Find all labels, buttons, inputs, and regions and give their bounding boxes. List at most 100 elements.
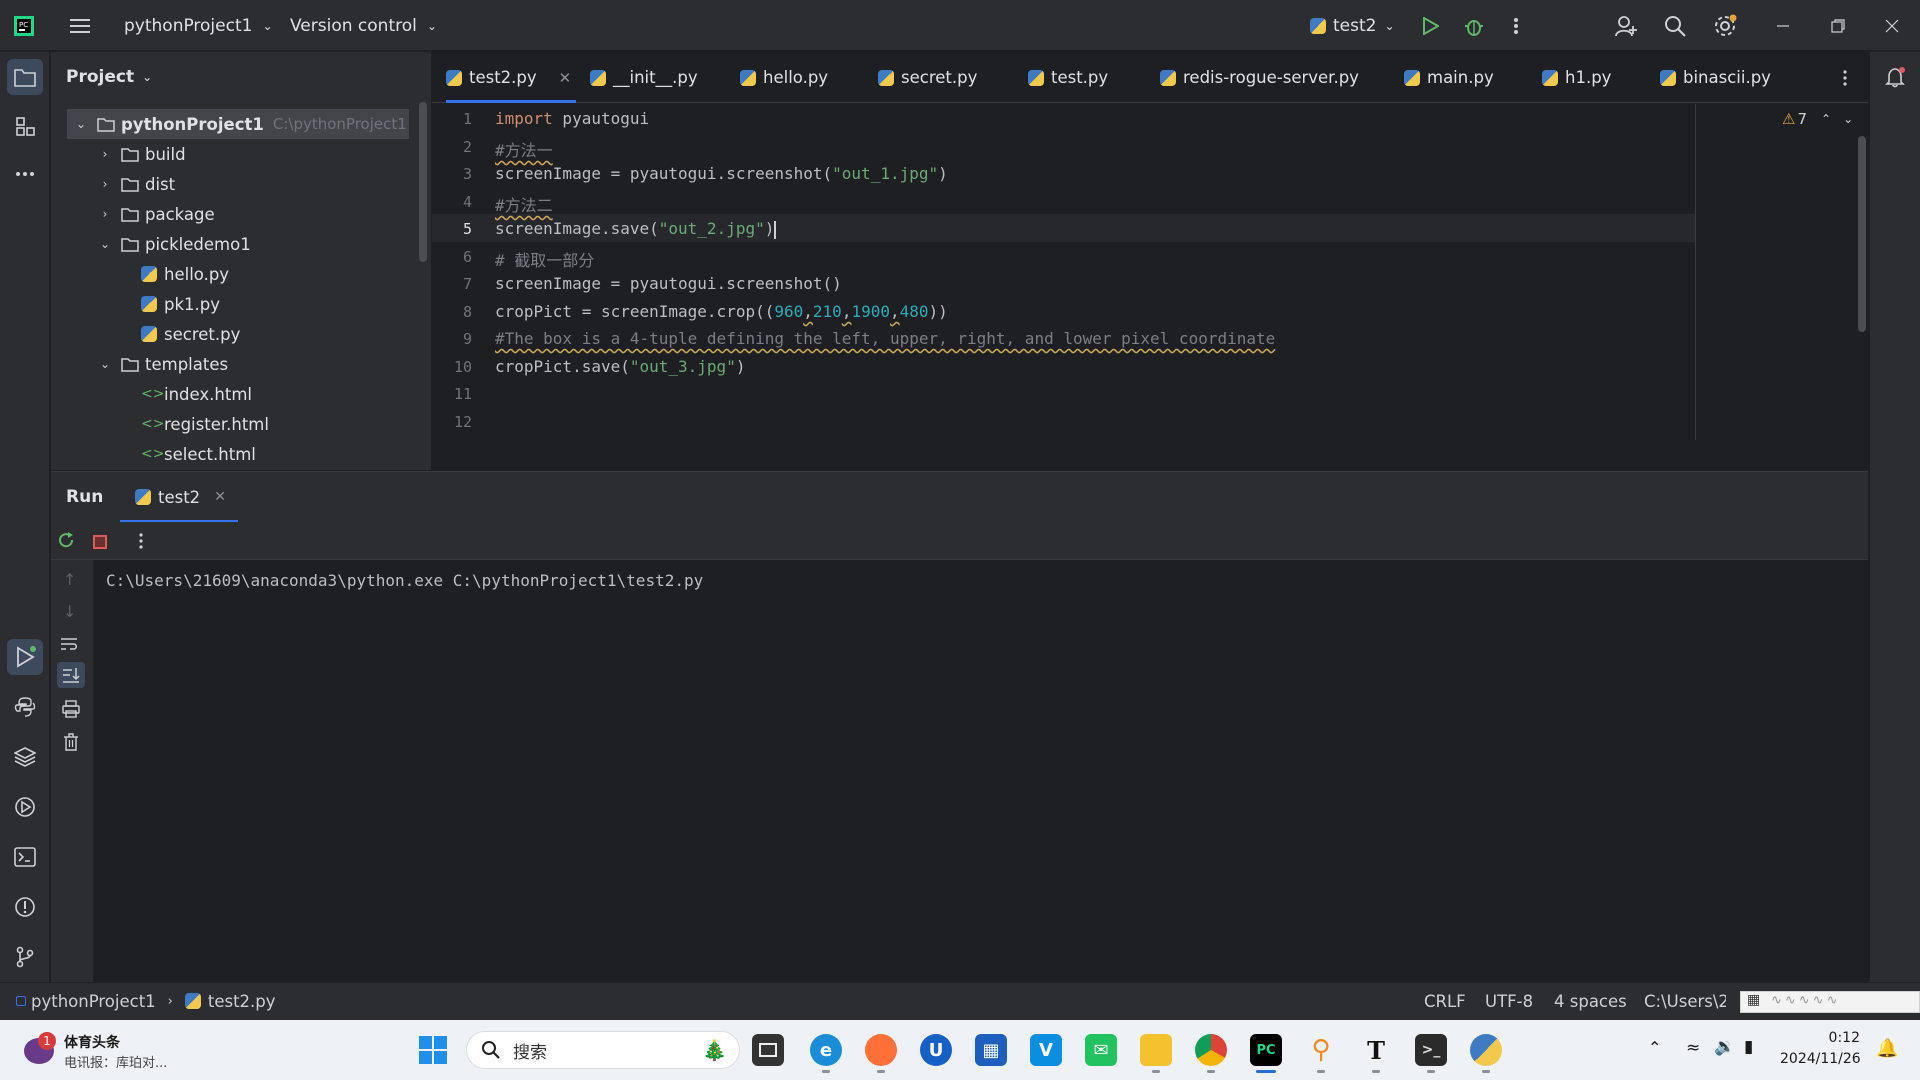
microsoft-store-icon[interactable]: ▦ xyxy=(975,1034,1007,1066)
firefox-icon[interactable] xyxy=(865,1034,897,1066)
shield-app-icon[interactable]: U xyxy=(920,1034,952,1066)
v-app-icon[interactable]: V xyxy=(1030,1034,1062,1066)
battery-icon[interactable]: ▮ xyxy=(1744,1037,1753,1057)
chevron-up-icon[interactable]: ⌃ xyxy=(1648,1038,1661,1057)
tree-label: select.html xyxy=(164,444,256,464)
python-app-icon[interactable] xyxy=(1470,1034,1502,1066)
clock-date[interactable]: 2024/11/26 xyxy=(1780,1051,1861,1067)
line-separator-widget[interactable]: CRLF xyxy=(1424,983,1466,1019)
chevron-up-icon[interactable]: ⌃ xyxy=(1821,112,1831,126)
ime-toolbar[interactable]: ▦ ∿∿∿∿∿ xyxy=(1740,991,1920,1013)
project-panel-header[interactable]: Project ⌄ xyxy=(66,62,152,92)
services-icon[interactable] xyxy=(7,789,43,825)
run-tool-icon[interactable] xyxy=(7,639,43,675)
close-tab-icon[interactable]: ✕ xyxy=(559,69,572,87)
chevron-down-icon[interactable]: ⌄ xyxy=(1843,112,1853,126)
version-control-label: Version control xyxy=(290,15,417,36)
line-number: 8 xyxy=(462,303,472,321)
more-tools-icon[interactable] xyxy=(7,156,43,192)
tab-options-icon[interactable] xyxy=(1827,60,1863,96)
inspection-widget[interactable]: ⚠ 7 ⌃ ⌄ xyxy=(1782,110,1853,128)
search-tool-icon[interactable]: ⚲ xyxy=(1305,1034,1337,1066)
version-control-menu[interactable]: Version control ⌄ xyxy=(290,0,437,51)
breadcrumb-file[interactable]: test2.py xyxy=(208,992,276,1011)
tab-test2-py[interactable]: test2.py ✕ xyxy=(446,52,576,103)
close-tab-icon[interactable]: ✕ xyxy=(214,489,226,505)
indent-widget[interactable]: 4 spaces xyxy=(1554,983,1627,1019)
git-branch-icon[interactable] xyxy=(7,939,43,975)
tree-root-path: C:\pythonProject1 xyxy=(272,115,407,133)
search-icon[interactable] xyxy=(1657,8,1693,44)
scroll-to-end-icon[interactable] xyxy=(57,662,85,688)
restore-window-icon[interactable] xyxy=(1820,8,1856,44)
more-options-icon[interactable] xyxy=(139,533,143,553)
more-actions-icon[interactable] xyxy=(1498,8,1534,44)
tab-hello-py[interactable]: hello.py xyxy=(740,52,828,103)
arrow-down-icon[interactable]: ↓ xyxy=(63,602,76,621)
tree-row-package[interactable]: › package xyxy=(97,199,467,229)
windows-start-icon[interactable] xyxy=(419,1036,447,1068)
python-file-icon xyxy=(1310,17,1326,34)
terminal-icon[interactable] xyxy=(7,839,43,875)
edge-browser-icon[interactable]: e xyxy=(810,1034,842,1066)
tab-init-py[interactable]: __init__.py xyxy=(590,52,698,103)
text-cursor xyxy=(774,220,777,239)
stop-icon[interactable] xyxy=(93,535,107,549)
tab-test-py[interactable]: test.py xyxy=(1028,52,1108,103)
encoding-widget[interactable]: UTF-8 xyxy=(1485,983,1533,1019)
trash-icon[interactable] xyxy=(63,733,79,755)
arrow-up-icon[interactable]: ↑ xyxy=(63,570,76,589)
structure-icon[interactable] xyxy=(7,108,43,144)
tree-row-root[interactable]: ⌄ pythonProject1 C:\pythonProject1 xyxy=(67,109,409,139)
file-explorer-icon[interactable] xyxy=(1140,1034,1172,1066)
clock-time[interactable]: 0:12 xyxy=(1780,1030,1860,1046)
tab-secret-py[interactable]: secret.py xyxy=(878,52,977,103)
problems-icon[interactable] xyxy=(7,889,43,925)
task-view-icon[interactable] xyxy=(752,1034,784,1066)
interpreter-path[interactable]: C:\Users\2 xyxy=(1644,983,1726,1019)
debug-icon[interactable] xyxy=(1456,8,1492,44)
python-packages-icon[interactable] xyxy=(7,689,43,725)
wifi-icon[interactable]: ≈ xyxy=(1686,1038,1700,1058)
code-text: ) xyxy=(735,357,746,376)
layers-icon[interactable] xyxy=(7,739,43,775)
breadcrumb-project[interactable]: pythonProject1 xyxy=(31,992,156,1011)
code-comment: #方法二 xyxy=(495,196,553,215)
print-icon[interactable] xyxy=(62,700,80,722)
minimize-window-icon[interactable] xyxy=(1765,8,1801,44)
tab-main-py[interactable]: main.py xyxy=(1404,52,1494,103)
tab-binascii-py[interactable]: binascii.py xyxy=(1660,52,1771,103)
volume-icon[interactable]: 🔉 xyxy=(1714,1037,1735,1057)
typora-icon[interactable]: T xyxy=(1360,1034,1392,1066)
ime-grid-icon[interactable]: ▦ xyxy=(1747,992,1760,1008)
taskbar-search[interactable]: 搜索 🎄 xyxy=(466,1031,740,1069)
notification-bell-icon[interactable]: 🔔 xyxy=(1876,1038,1898,1059)
code-number: 480 xyxy=(899,302,929,321)
ime-tools-icon[interactable]: ∿∿∿∿∿ xyxy=(1771,993,1840,1008)
run-tab-test2[interactable]: test2 ✕ xyxy=(135,472,226,522)
main-menu-icon[interactable] xyxy=(62,8,98,44)
tree-row-templates[interactable]: ⌄ templates xyxy=(97,349,467,379)
editor-scrollbar[interactable] xyxy=(1858,136,1866,332)
tab-redis-rogue-server-py[interactable]: redis-rogue-server.py xyxy=(1160,52,1359,103)
close-window-icon[interactable] xyxy=(1874,8,1910,44)
tab-h1-py[interactable]: h1.py xyxy=(1542,52,1611,103)
add-user-icon[interactable] xyxy=(1608,8,1644,44)
run-config-selector[interactable]: test2 ⌄ xyxy=(1310,0,1395,51)
run-panel-header: Run test2 ✕ xyxy=(51,472,1868,523)
notifications-bell-icon[interactable] xyxy=(1877,59,1913,95)
tree-row-pickledemo1[interactable]: ⌄ pickledemo1 xyxy=(97,229,467,259)
tree-row-dist[interactable]: › dist xyxy=(97,169,467,199)
project-folder-icon[interactable] xyxy=(7,59,43,95)
run-icon[interactable] xyxy=(1412,8,1448,44)
pycharm-taskbar-icon[interactable]: PC xyxy=(1250,1034,1282,1066)
chrome-icon[interactable] xyxy=(1195,1034,1227,1066)
tree-row-build[interactable]: › build xyxy=(97,139,467,169)
project-switcher[interactable]: pythonProject1 ⌄ xyxy=(124,0,273,51)
rerun-icon[interactable] xyxy=(57,531,75,549)
soft-wrap-icon[interactable] xyxy=(60,636,78,656)
code-editor[interactable]: ⚠ 7 ⌃ ⌄ 1 2 3 4 5 6 7 8 9 10 11 12 impor… xyxy=(432,104,1868,470)
settings-gear-icon[interactable] xyxy=(1707,8,1743,44)
terminal-app-icon[interactable]: >_ xyxy=(1415,1034,1447,1066)
chat-app-icon[interactable]: ✉ xyxy=(1085,1034,1117,1066)
